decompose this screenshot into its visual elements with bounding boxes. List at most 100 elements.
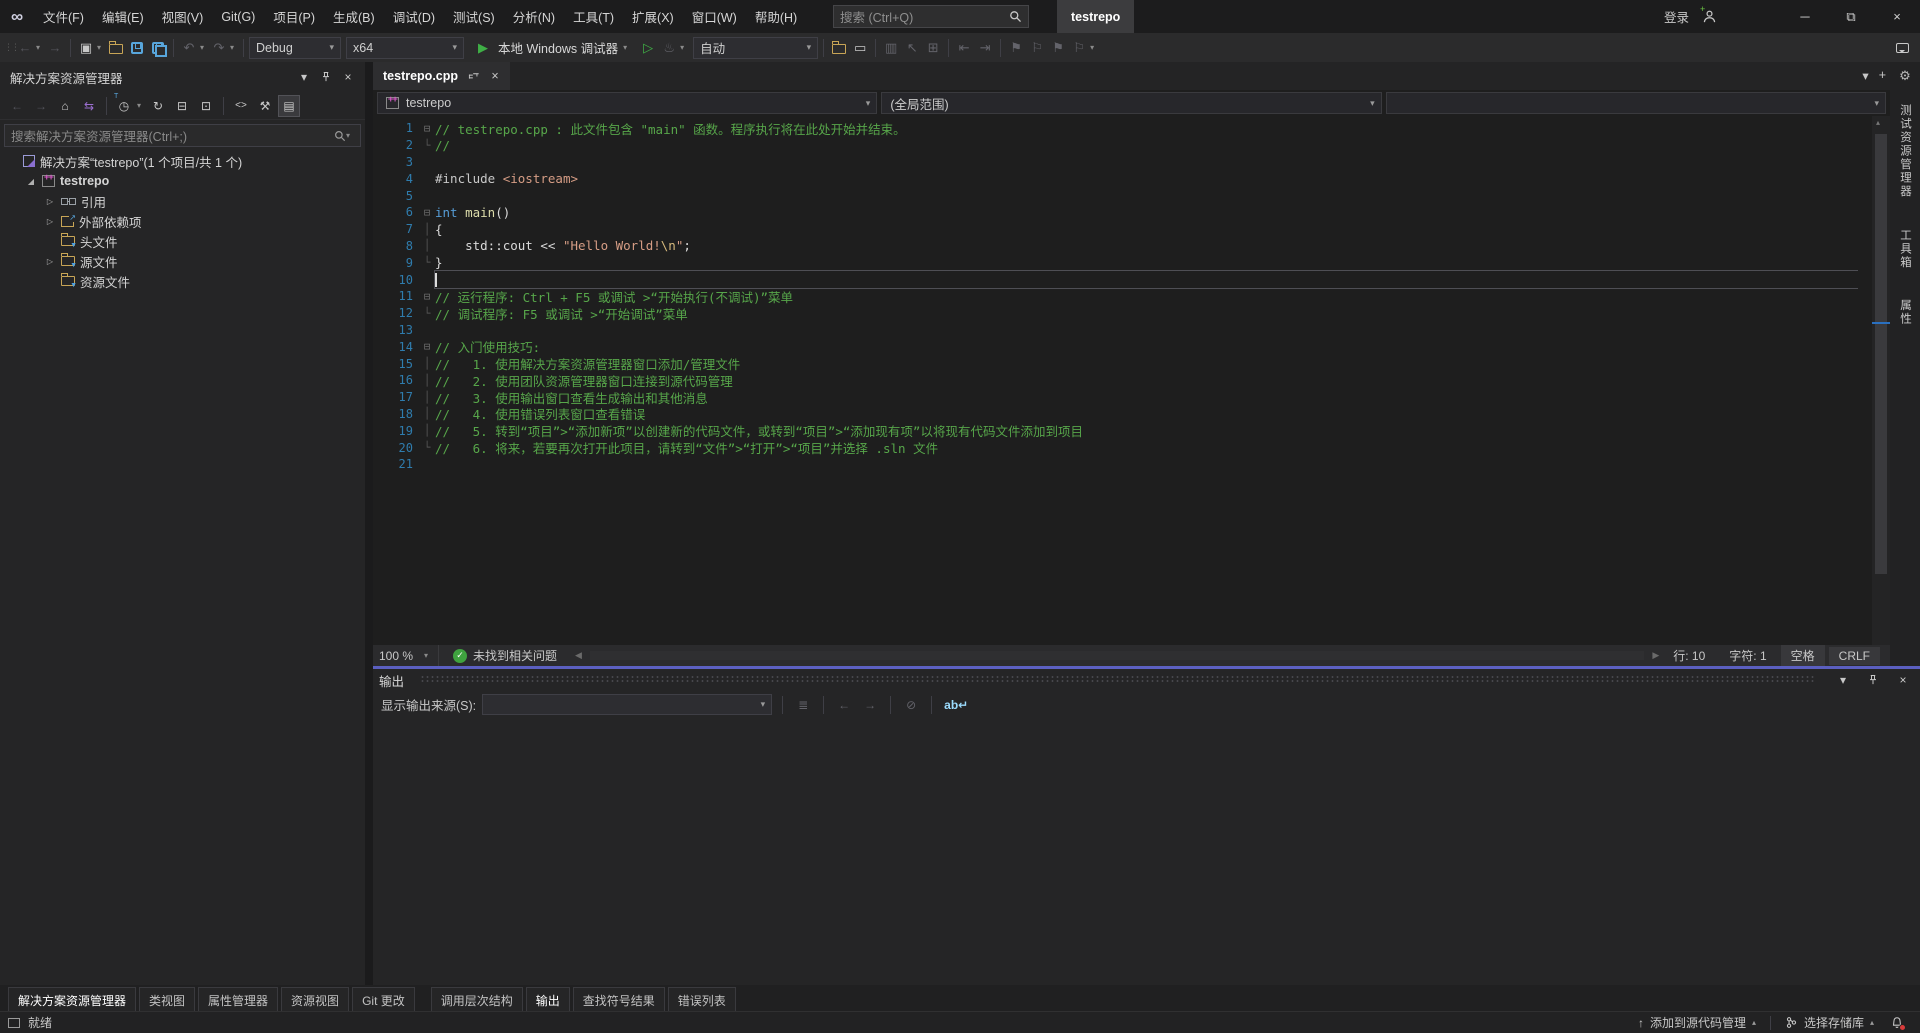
minimize-button[interactable]: ─ [1782,0,1828,33]
output-content[interactable] [373,718,1920,982]
pin-icon[interactable] [1862,670,1884,690]
menu-item[interactable]: 生成(B) [324,0,384,33]
pin-icon[interactable] [315,67,337,87]
find-message-icon[interactable]: ≣ [793,694,813,716]
editor-horizontal-scrollbar[interactable]: ◀ ▶ [571,645,1663,666]
fold-collapse-icon[interactable]: ⊟ [419,206,435,219]
menu-item[interactable]: 扩展(X) [623,0,683,33]
redo-icon[interactable]: ↷ [209,37,229,59]
preview-window-icon[interactable]: ▭ [850,37,870,59]
fold-collapse-icon[interactable]: ⊟ [419,340,435,353]
refresh-icon[interactable]: ↻ [147,95,169,117]
tree-item[interactable]: ▷外部依赖项 [0,211,365,231]
solution-configuration-dropdown[interactable]: Debug ▾ [249,37,341,59]
filter-dropdown-icon[interactable]: ▾ [137,101,145,110]
quick-search-input[interactable]: 搜索 (Ctrl+Q) [833,5,1029,28]
attach-dropdown[interactable]: 自动 ▾ [693,37,818,59]
se-forward-icon[interactable]: → [30,95,52,117]
new-project-dropdown-icon[interactable]: ▾ [97,43,105,52]
properties-icon[interactable]: ⚒ [254,95,276,117]
tree-collapsed-arrow-icon[interactable]: ▷ [44,257,56,266]
code-editor-surface[interactable]: 1⊟// testrepo.cpp : 此文件包含 "main" 函数。程序执行… [373,116,1858,645]
close-button[interactable]: × [1874,0,1920,33]
menu-item[interactable]: 视图(V) [153,0,213,33]
eol-indicator[interactable]: CRLF [1829,647,1880,665]
notifications-bell-icon[interactable] [1888,1014,1906,1032]
scroll-left-icon[interactable]: ◀ [571,650,586,661]
hot-reload-icon[interactable]: ♨ [659,37,679,59]
debug-target-label[interactable]: 本地 Windows 调试器 [494,38,622,57]
switch-views-icon[interactable]: ⇆ [78,95,100,117]
tree-collapsed-arrow-icon[interactable]: ▷ [44,217,56,226]
send-feedback-icon[interactable] [1892,37,1912,59]
menu-item[interactable]: 窗口(W) [683,0,746,33]
autohide-tab[interactable]: 测试资源管理器 [1897,98,1913,205]
next-message-icon[interactable]: → [860,694,880,716]
restore-button[interactable]: ⧉ [1828,0,1874,33]
se-back-icon[interactable]: ← [6,95,28,117]
navigate-back-icon[interactable]: ← [15,37,35,59]
menu-item[interactable]: Git(G) [212,0,264,33]
clear-bookmarks-icon[interactable]: ⚐ [1069,37,1089,59]
solution-explorer-search-input[interactable]: 搜索解决方案资源管理器(Ctrl+;) ▾ [4,124,361,147]
close-icon[interactable]: × [1892,670,1914,690]
solution-explorer-header[interactable]: 解决方案资源管理器 ▾ × [0,62,365,92]
select-repository-button[interactable]: 选择存储库 ▴ [1777,1012,1882,1033]
menu-item[interactable]: 项目(P) [264,0,324,33]
document-tab[interactable]: testrepo.cpp × [373,62,510,90]
window-position-icon[interactable]: ▾ [1832,670,1854,690]
tree-item[interactable]: 头文件 [0,231,365,251]
solution-platform-dropdown[interactable]: x64 ▾ [346,37,464,59]
editor-vertical-scrollbar[interactable]: ▴ [1872,116,1890,645]
pin-icon[interactable] [466,68,480,84]
spaces-toggle[interactable]: 空格 [1781,645,1825,666]
close-icon[interactable]: × [488,68,502,84]
home-icon[interactable]: ⌂ [54,95,76,117]
panel-drag-grip[interactable] [420,676,1816,684]
navigate-back-dropdown-icon[interactable]: ▾ [36,43,44,52]
menu-item[interactable]: 调试(D) [384,0,444,33]
menu-item[interactable]: 分析(N) [504,0,564,33]
add-to-source-control-button[interactable]: ↑ 添加到源代码管理 ▴ [1630,1012,1764,1033]
menu-item[interactable]: 文件(F) [34,0,93,33]
background-tasks-icon[interactable] [8,1018,20,1028]
sign-in-person-icon[interactable]: + [1697,9,1717,24]
increase-indent-icon[interactable]: ⇥ [975,37,995,59]
tree-item[interactable]: 解决方案“testrepo”(1 个项目/共 1 个) [0,151,365,171]
hot-reload-dropdown-icon[interactable]: ▾ [680,43,688,52]
view-code-icon[interactable]: <> [230,95,252,117]
paste-structure-icon[interactable]: ⊞ [923,37,943,59]
next-bookmark-icon[interactable]: ⚑ [1048,37,1068,59]
close-icon[interactable]: × [337,67,359,87]
search-options-icon[interactable]: ▾ [346,131,354,140]
previous-message-icon[interactable]: ← [834,694,854,716]
new-tab-group-icon[interactable]: + [1879,68,1886,83]
tree-expanded-arrow-icon[interactable]: ◢ [25,177,37,186]
search-icon[interactable] [334,130,346,142]
menu-item[interactable]: 测试(S) [444,0,504,33]
scroll-up-icon[interactable]: ▴ [1876,118,1880,127]
previous-bookmark-icon[interactable]: ⚐ [1027,37,1047,59]
search-icon[interactable] [1009,10,1022,23]
undo-icon[interactable]: ↶ [179,37,199,59]
window-position-icon[interactable]: ▾ [293,67,315,87]
output-header[interactable]: 输出 ▾ × [373,669,1920,691]
sync-with-active-document-icon[interactable]: ⊡ [195,95,217,117]
toolbar-grip[interactable]: ⋮⋮ [4,42,14,53]
tree-item[interactable]: ◢testrepo [0,171,365,191]
menu-item[interactable]: 帮助(H) [746,0,806,33]
tree-collapsed-arrow-icon[interactable]: ▷ [44,197,56,206]
gear-icon[interactable]: ⚙ [1899,68,1911,84]
member-scope-dropdown[interactable]: ▾ [1386,92,1886,114]
zoom-dropdown[interactable]: 100 % ▾ [373,645,439,666]
start-without-debugging-icon[interactable]: ▷ [638,37,658,59]
start-debugging-icon[interactable]: ▶ [473,37,493,59]
navigate-forward-icon[interactable]: → [45,37,65,59]
performance-profiler-icon[interactable]: ▥ [881,37,901,59]
save-all-icon[interactable] [148,37,168,59]
fold-collapse-icon[interactable]: ⊟ [419,290,435,303]
tree-item[interactable]: ▷引用 [0,191,365,211]
tree-item[interactable]: 资源文件 [0,271,365,291]
scrollbar-thumb[interactable] [1875,134,1887,574]
sign-in-button[interactable]: 登录 + [1664,0,1717,33]
